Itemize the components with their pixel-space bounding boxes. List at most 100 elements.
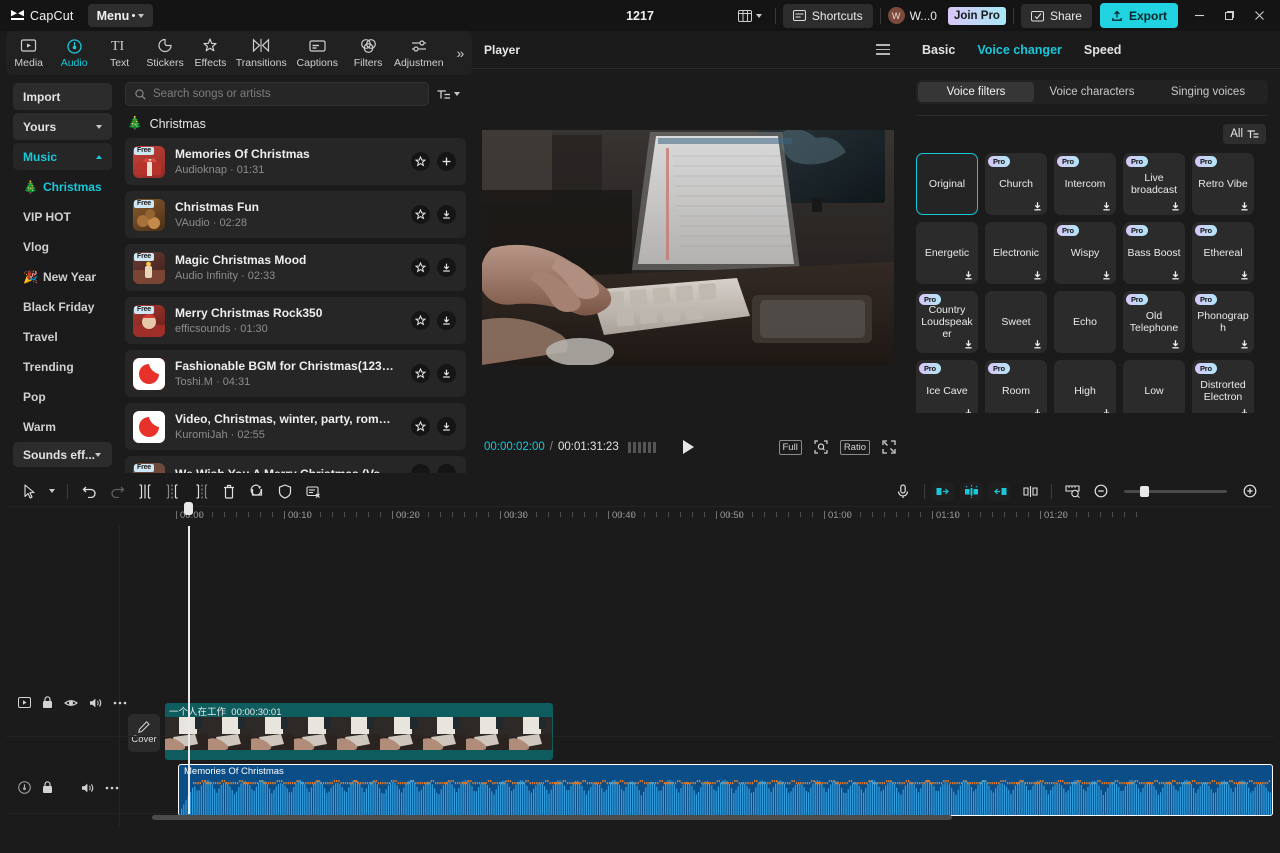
voice-filter-low[interactable]: Low bbox=[1123, 360, 1185, 413]
voice-filter-sweet[interactable]: Sweet bbox=[985, 291, 1047, 353]
mirror-button[interactable] bbox=[243, 479, 271, 503]
download-icon[interactable] bbox=[963, 270, 974, 281]
download-icon[interactable] bbox=[1101, 201, 1112, 212]
layout-button[interactable] bbox=[732, 7, 768, 25]
voice-filter-wispy[interactable]: ProWispy bbox=[1054, 222, 1116, 284]
sidebar-item-import[interactable]: Import bbox=[13, 83, 112, 110]
add-to-timeline-button[interactable] bbox=[437, 152, 456, 171]
sidebar-item-warm[interactable]: Warm bbox=[13, 414, 112, 439]
favorite-button[interactable] bbox=[411, 258, 430, 277]
sidebar-item-trending[interactable]: Trending bbox=[13, 354, 112, 379]
sidebar-item-pop[interactable]: Pop bbox=[13, 384, 112, 409]
ratio-button[interactable]: Ratio bbox=[840, 440, 870, 455]
favorite-button[interactable] bbox=[411, 417, 430, 436]
select-tool[interactable] bbox=[16, 479, 44, 503]
download-button[interactable] bbox=[437, 258, 456, 277]
tab-audio[interactable]: Audio bbox=[51, 32, 96, 74]
play-button[interactable] bbox=[678, 440, 698, 454]
tab-text[interactable]: TI Text bbox=[97, 32, 142, 74]
cover-button[interactable]: Cover bbox=[128, 714, 160, 752]
download-icon[interactable] bbox=[1032, 201, 1043, 212]
sidebar-item-vip-hot[interactable]: VIP HOT bbox=[13, 204, 112, 229]
shortcuts-button[interactable]: Shortcuts bbox=[783, 4, 873, 28]
voice-filter-distrorted-electron[interactable]: ProDistrorted Electron bbox=[1192, 360, 1254, 413]
download-icon[interactable] bbox=[1239, 408, 1250, 413]
voice-filter-bass-boost[interactable]: ProBass Boost bbox=[1123, 222, 1185, 284]
eye-icon[interactable] bbox=[64, 698, 78, 708]
export-button[interactable]: Export bbox=[1100, 3, 1178, 28]
list-item[interactable]: Fashionable BGM for Christmas(1238227) T… bbox=[125, 350, 466, 397]
voice-filter-high[interactable]: High bbox=[1054, 360, 1116, 413]
tab-captions[interactable]: Captions bbox=[289, 32, 345, 74]
sidebar-item-vlog[interactable]: Vlog bbox=[13, 234, 112, 259]
favorite-button[interactable] bbox=[411, 364, 430, 383]
voice-filter-ethereal[interactable]: ProEthereal bbox=[1192, 222, 1254, 284]
zoom-slider[interactable] bbox=[1124, 490, 1227, 493]
download-button[interactable] bbox=[437, 205, 456, 224]
tab-adjustment[interactable]: Adjustmen bbox=[391, 32, 447, 74]
previous-keyframe-button[interactable] bbox=[932, 482, 954, 501]
list-item[interactable]: Free Magic Christmas Mood Audio Infinity… bbox=[125, 244, 466, 291]
menu-button[interactable]: Menu bbox=[88, 4, 154, 27]
sidebar-item-travel[interactable]: Travel bbox=[13, 324, 112, 349]
share-button[interactable]: Share bbox=[1021, 4, 1092, 28]
minimize-button[interactable] bbox=[1184, 0, 1214, 31]
voice-filter-live-broadcast[interactable]: ProLive broadcast bbox=[1123, 153, 1185, 215]
add-keyframe-button[interactable] bbox=[960, 482, 982, 501]
segment-voice-filters[interactable]: Voice filters bbox=[918, 82, 1034, 102]
delete-button[interactable] bbox=[215, 479, 243, 503]
more-icon[interactable] bbox=[113, 701, 127, 705]
tab-voice-changer[interactable]: Voice changer bbox=[977, 43, 1062, 57]
remove-caption-button[interactable] bbox=[299, 479, 327, 503]
more-icon[interactable] bbox=[105, 786, 119, 790]
zoom-in-button[interactable] bbox=[1236, 479, 1264, 503]
voice-filter-phonograph[interactable]: ProPhonograph bbox=[1192, 291, 1254, 353]
hamburger-icon[interactable] bbox=[876, 44, 890, 55]
favorite-button[interactable] bbox=[411, 205, 430, 224]
video-preview[interactable] bbox=[482, 130, 894, 365]
redo-button[interactable] bbox=[103, 479, 131, 503]
download-button[interactable] bbox=[437, 311, 456, 330]
download-button[interactable] bbox=[437, 464, 456, 473]
video-clip[interactable]: 一个人在工作 00:00:30:01 bbox=[165, 703, 553, 760]
download-icon[interactable] bbox=[1170, 201, 1181, 212]
video-track-icon[interactable] bbox=[18, 697, 31, 708]
download-icon[interactable] bbox=[1239, 270, 1250, 281]
select-tool-dropdown[interactable] bbox=[44, 479, 60, 503]
fullscreen-icon[interactable] bbox=[882, 440, 896, 454]
search-input[interactable]: Search songs or artists bbox=[125, 82, 429, 106]
sidebar-item-sound-effects[interactable]: Sounds eff... bbox=[13, 442, 112, 467]
fit-to-timeline-button[interactable] bbox=[1059, 479, 1087, 503]
tab-basic[interactable]: Basic bbox=[922, 43, 955, 57]
favorite-button[interactable] bbox=[411, 464, 430, 473]
voice-filter-intercom[interactable]: ProIntercom bbox=[1054, 153, 1116, 215]
download-icon[interactable] bbox=[1239, 339, 1250, 350]
split-button[interactable] bbox=[131, 479, 159, 503]
undo-button[interactable] bbox=[75, 479, 103, 503]
voice-filter-original[interactable]: Original bbox=[916, 153, 978, 215]
download-icon[interactable] bbox=[1170, 339, 1181, 350]
full-quality-button[interactable]: Full bbox=[779, 440, 802, 455]
user-account[interactable]: W W...0 Join Pro bbox=[888, 7, 1006, 25]
tab-effects[interactable]: Effects bbox=[188, 32, 233, 74]
more-tabs-button[interactable]: » bbox=[449, 32, 472, 74]
download-icon[interactable] bbox=[1101, 270, 1112, 281]
favorite-button[interactable] bbox=[411, 311, 430, 330]
sidebar-item-christmas[interactable]: 🎄 Christmas bbox=[13, 174, 112, 199]
voice-filter-church[interactable]: ProChurch bbox=[985, 153, 1047, 215]
add-marker-button[interactable] bbox=[1016, 479, 1044, 503]
voice-filter-old-telephone[interactable]: ProOld Telephone bbox=[1123, 291, 1185, 353]
download-icon[interactable] bbox=[963, 408, 974, 413]
list-item[interactable]: Free Christmas Fun VAudio · 02:28 bbox=[125, 191, 466, 238]
download-icon[interactable] bbox=[963, 339, 974, 350]
volume-icon[interactable] bbox=[89, 697, 102, 709]
list-item[interactable]: Free Merry Christmas Rock350 efficsounds… bbox=[125, 297, 466, 344]
audio-clip[interactable]: Memories Of Christmas bbox=[178, 764, 1273, 816]
join-pro-button[interactable]: Join Pro bbox=[948, 7, 1006, 25]
lock-icon[interactable] bbox=[42, 696, 53, 709]
sidebar-item-music[interactable]: Music bbox=[13, 143, 112, 170]
close-button[interactable] bbox=[1244, 0, 1274, 31]
lock-icon[interactable] bbox=[42, 781, 53, 794]
sidebar-item-new-year[interactable]: 🎉 New Year bbox=[13, 264, 112, 289]
tab-speed[interactable]: Speed bbox=[1084, 43, 1122, 57]
